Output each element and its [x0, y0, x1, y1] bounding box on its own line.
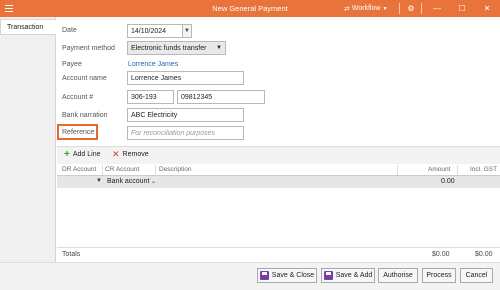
menu-icon[interactable] — [4, 3, 14, 13]
reference-label: Reference — [62, 129, 95, 136]
bsb-field[interactable]: 306-193 — [127, 90, 174, 104]
save-add-label: Save & Add — [335, 272, 373, 279]
account-name-field[interactable]: Lorrence James — [127, 71, 244, 85]
maximize-icon[interactable]: ☐ — [455, 2, 469, 15]
save-close-button[interactable]: Save & Close — [257, 268, 317, 283]
payment-method-value: Electronic funds transfer — [131, 45, 207, 52]
minimize-icon[interactable]: — — [430, 2, 444, 15]
save-close-label: Save & Close — [271, 272, 315, 279]
payee-link[interactable]: Lorrence James — [128, 61, 178, 68]
calendar-dropdown-icon[interactable]: ▼ — [182, 25, 191, 37]
save-icon — [323, 271, 333, 280]
title-bar: New General Payment ⇄ Workflow ▼ ⚙ — ☐ ✕ — [0, 0, 500, 17]
lines-table-header: DR Account CR Account Description Amount… — [57, 164, 500, 176]
bank-narration-field[interactable]: ABC Electricity — [127, 108, 244, 122]
lines-toolbar: + Add Line ✕ Remove — [57, 146, 500, 164]
bank-narration-label: Bank narration — [62, 112, 108, 119]
bank-account-group-row[interactable]: ▼ Bank account ⌄ 0.00 — [57, 176, 500, 188]
remove-label: Remove — [122, 151, 149, 158]
footer-bar: Save & Close Save & Add Authorise Proces… — [0, 262, 500, 290]
gear-icon[interactable]: ⚙ — [404, 2, 418, 15]
column-amount[interactable]: Amount — [428, 166, 450, 173]
workflow-button[interactable]: ⇄ Workflow ▼ — [344, 3, 387, 14]
remove-icon: ✕ — [112, 149, 120, 159]
date-field[interactable]: 14/10/2024 ▼ — [127, 24, 192, 38]
date-value: 14/10/2024 — [131, 28, 167, 35]
workflow-icon: ⇄ — [344, 5, 350, 13]
chevron-down-icon[interactable]: ▼ — [96, 178, 102, 184]
column-description[interactable]: Description — [159, 166, 192, 173]
chevron-down-icon: ▼ — [216, 45, 222, 51]
authorise-button[interactable]: Authorise — [378, 268, 418, 283]
save-icon — [259, 271, 269, 280]
account-number-field[interactable]: 09812345 — [177, 90, 265, 104]
chevron-down-icon: ▼ — [382, 5, 388, 12]
payee-label: Payee — [62, 61, 82, 68]
account-number-label: Account # — [62, 94, 94, 101]
cancel-button[interactable]: Cancel — [460, 268, 493, 283]
payment-method-label: Payment method — [62, 45, 115, 52]
totals-gst: $0.00 — [475, 251, 493, 258]
column-incl-gst[interactable]: Incl. GST — [470, 166, 497, 173]
add-line-label: Add Line — [72, 151, 101, 158]
totals-row: Totals $0.00 $0.00 — [57, 247, 500, 260]
chevron-down-icon[interactable]: ⌄ — [151, 178, 156, 185]
payment-method-select[interactable]: Electronic funds transfer ▼ — [127, 41, 226, 55]
totals-amount: $0.00 — [432, 251, 450, 258]
totals-label: Totals — [62, 251, 81, 258]
side-tabs: Transaction — [0, 17, 56, 290]
save-add-button[interactable]: Save & Add — [321, 268, 375, 283]
group-label: Bank account — [107, 178, 150, 185]
process-button[interactable]: Process — [422, 268, 456, 283]
column-cr-account[interactable]: CR Account — [105, 166, 139, 173]
reference-field[interactable]: For reconciliation purposes — [127, 126, 244, 140]
close-icon[interactable]: ✕ — [480, 2, 494, 15]
account-name-label: Account name — [62, 75, 107, 82]
window-title: New General Payment — [212, 4, 288, 13]
group-amount: 0.00 — [441, 178, 455, 185]
column-dr-account[interactable]: DR Account — [62, 166, 96, 173]
plus-icon: + — [64, 149, 70, 160]
workflow-label: Workflow — [351, 5, 381, 12]
add-line-button[interactable]: + Add Line — [64, 149, 101, 160]
date-label: Date — [62, 27, 77, 34]
remove-button[interactable]: ✕ Remove — [112, 149, 149, 159]
tab-transaction[interactable]: Transaction — [0, 19, 56, 35]
